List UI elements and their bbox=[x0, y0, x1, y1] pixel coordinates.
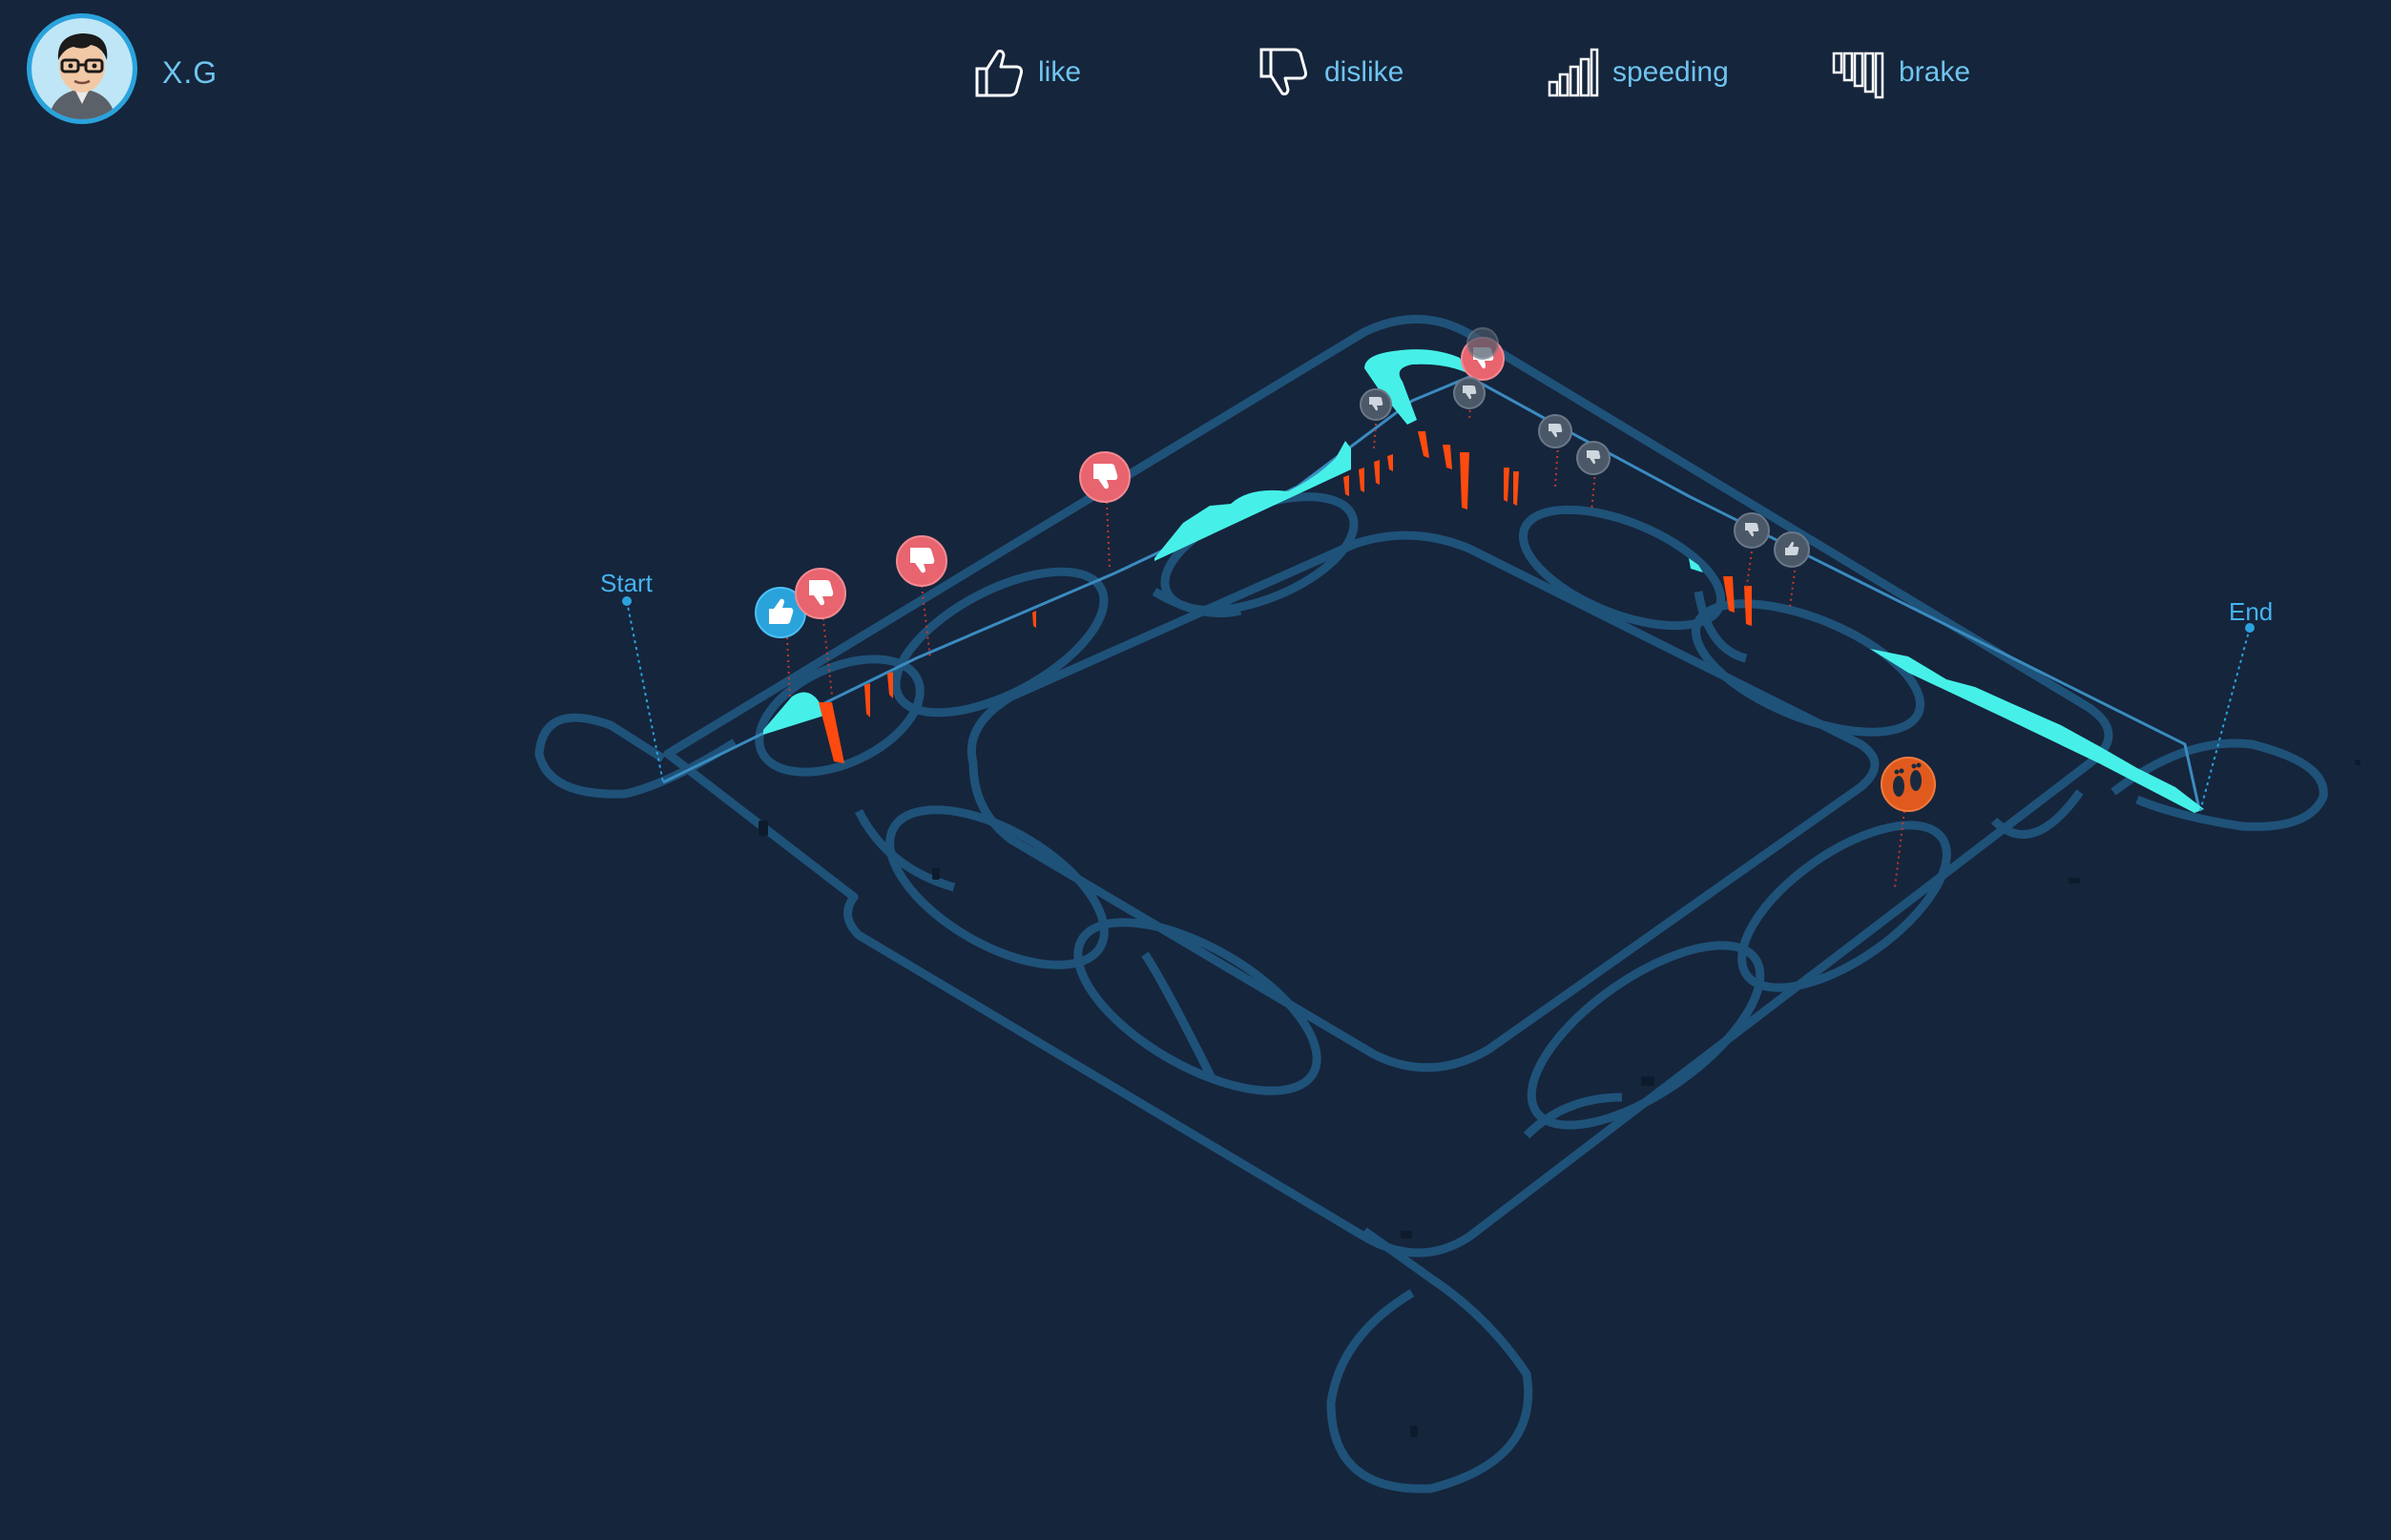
driven-route bbox=[662, 375, 2201, 810]
pin-dislike[interactable] bbox=[896, 535, 947, 587]
pin-dislike-inactive[interactable] bbox=[1453, 377, 1486, 409]
event-pins bbox=[755, 327, 1936, 812]
track-objects bbox=[759, 760, 2360, 1437]
start-marker[interactable]: Start bbox=[600, 569, 654, 606]
pin-dislike-inactive[interactable] bbox=[1734, 512, 1770, 549]
track-map[interactable]: Start End bbox=[0, 0, 2391, 1540]
inner-loop bbox=[967, 531, 1880, 1072]
pin-dislike[interactable] bbox=[1079, 451, 1131, 503]
pin-dislike[interactable] bbox=[795, 568, 846, 619]
pin-like-inactive[interactable] bbox=[1774, 531, 1810, 568]
pin-dislike-inactive[interactable] bbox=[1538, 414, 1572, 448]
pin-stems bbox=[626, 392, 2251, 888]
end-marker[interactable]: End bbox=[2229, 597, 2273, 633]
start-label: Start bbox=[600, 569, 654, 597]
speeding-areas bbox=[763, 349, 2204, 813]
pin-dislike-inactive[interactable] bbox=[1360, 388, 1392, 421]
bottom-loop bbox=[1326, 1227, 1533, 1493]
pin-dislike-inactive[interactable] bbox=[1466, 327, 1499, 360]
track-network bbox=[534, 315, 2328, 1493]
pin-location[interactable] bbox=[1881, 757, 1936, 812]
end-label: End bbox=[2229, 597, 2273, 626]
pin-dislike-inactive[interactable] bbox=[1576, 441, 1611, 475]
